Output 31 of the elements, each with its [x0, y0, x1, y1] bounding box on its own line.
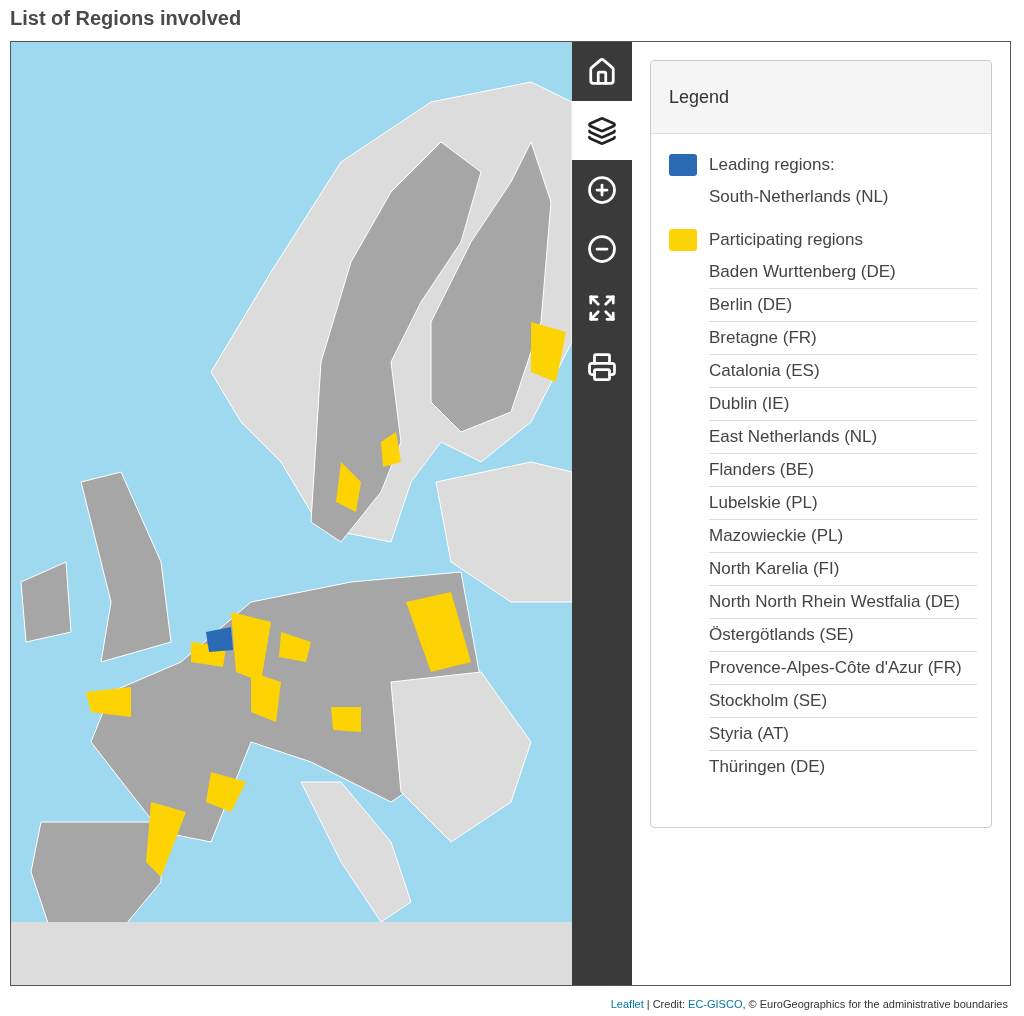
legend-region: South-Netherlands (NL) [709, 185, 890, 208]
credit-label: | Credit: [646, 997, 686, 1012]
layers-button[interactable] [572, 101, 632, 160]
legend-region: Lubelskie (PL) [709, 486, 977, 519]
minus-circle-icon [587, 233, 617, 264]
legend-region: Flanders (BE) [709, 453, 977, 486]
attribution-text: , © EuroGeographics for the administrative boundaries [742, 997, 1008, 1012]
legend-region: Provence-Alpes-Côte d'Azur (FR) [709, 651, 977, 684]
printer-icon [587, 351, 617, 382]
legend-region: Östergötlands (SE) [709, 618, 977, 651]
legend-region: Thüringen (DE) [709, 750, 977, 783]
legend-region: Catalonia (ES) [709, 354, 977, 387]
legend-region: East Netherlands (NL) [709, 420, 977, 453]
legend-region: Mazowieckie (PL) [709, 519, 977, 552]
legend-region: Berlin (DE) [709, 288, 977, 321]
expand-icon [587, 292, 617, 323]
page-title: List of Regions involved [10, 6, 243, 31]
legend-title: Legend [651, 61, 991, 134]
leaflet-link[interactable]: Leaflet [610, 996, 644, 1013]
legend-region: North North Rhein Westfalia (DE) [709, 585, 977, 618]
legend-region: North Karelia (FI) [709, 552, 977, 585]
legend-region: Styria (AT) [709, 717, 977, 750]
layers-icon [587, 115, 617, 146]
legend-region: Dublin (IE) [709, 387, 977, 420]
legend-region: Bretagne (FR) [709, 321, 977, 354]
plus-circle-icon [587, 174, 617, 205]
house-icon [587, 56, 617, 87]
legend-region: Stockholm (SE) [709, 684, 977, 717]
legend-group-label: Leading regions: [709, 154, 835, 177]
legend-region: Baden Wurttenberg (DE) [709, 260, 897, 283]
legend-group-label: Participating regions [709, 229, 864, 252]
